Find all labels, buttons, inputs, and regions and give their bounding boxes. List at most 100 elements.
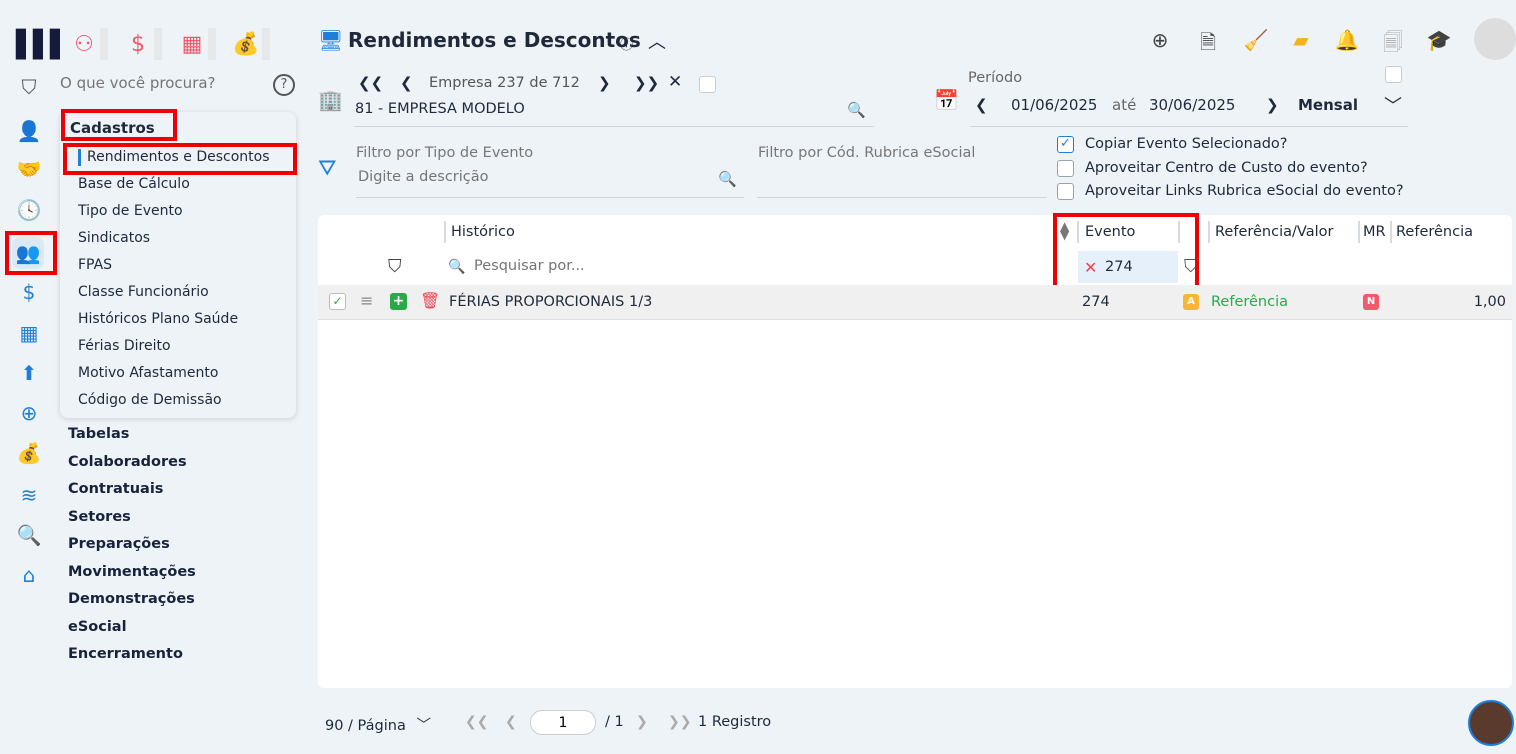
dollar-icon[interactable]: $ (14, 277, 44, 307)
chevron-down-icon[interactable]: ﹀ (1384, 92, 1402, 118)
period-checkbox[interactable] (1385, 66, 1402, 83)
menu-section[interactable]: Contratuais (68, 481, 163, 497)
calendar-icon: 📅 (934, 88, 959, 112)
table-search-icon: 🔍 (448, 259, 466, 275)
menu-section[interactable]: Demonstrações (68, 591, 195, 607)
table-search-input[interactable] (474, 258, 774, 274)
esocial-links-checkbox[interactable] (1057, 183, 1074, 200)
network-icon[interactable]: ⊕ (14, 398, 44, 428)
collapse-chevron-icon[interactable]: ︿ (648, 28, 666, 54)
row-checkbox[interactable]: ✓ (329, 293, 346, 310)
cell-historico: FÉRIAS PROPORCIONAIS 1/3 (449, 294, 653, 310)
menu-section[interactable]: Preparações (68, 536, 170, 552)
clock-icon[interactable]: 🕓 (14, 195, 44, 225)
next-company-button[interactable]: ❯ (598, 74, 611, 92)
page-size-select[interactable]: 90 / Página ﹀ (325, 714, 431, 735)
company-search-icon[interactable]: 🔍 (847, 101, 866, 119)
page-input[interactable] (530, 710, 596, 735)
highlight-cadastros (61, 109, 177, 141)
app-logo: ▌▌▌ (16, 30, 70, 60)
menu-section[interactable]: Movimentações (68, 564, 196, 580)
copy-event-checkbox[interactable]: ✓ (1057, 136, 1074, 153)
column-mr[interactable]: MR (1363, 224, 1386, 240)
add-row-icon[interactable]: + (390, 293, 407, 310)
user-settings-icon[interactable]: 👤 (14, 116, 44, 146)
table-row[interactable]: ✓ ≡ + 🗑 FÉRIAS PROPORCIONAIS 1/3 274 A R… (318, 285, 1512, 320)
menu-item[interactable]: Base de Cálculo (78, 176, 190, 192)
user-avatar[interactable] (1474, 18, 1516, 60)
search-icon[interactable]: 🔍 (14, 520, 44, 550)
filter-icon[interactable]: ⛉ (14, 72, 44, 102)
drag-handle-icon[interactable]: ≡ (360, 291, 373, 310)
chevron-down-icon[interactable]: ﹀ (416, 718, 431, 734)
menu-section[interactable]: Encerramento (68, 646, 183, 662)
prev-page-button[interactable]: ❮ (505, 714, 517, 730)
info-icon[interactable]: ⓘ (620, 34, 633, 53)
clear-company-button[interactable]: ✕ (668, 72, 682, 92)
money-bag-module-icon[interactable]: 💰 (230, 28, 270, 60)
copy-event-label: Copiar Evento Selecionado? (1085, 136, 1288, 152)
menu-section[interactable]: Setores (68, 509, 131, 525)
menu-item[interactable]: Tipo de Evento (78, 203, 183, 219)
assistant-avatar[interactable] (1468, 700, 1514, 746)
menu-item[interactable]: Sindicatos (78, 230, 150, 246)
dollar-module-icon[interactable]: $ (122, 28, 162, 60)
cost-center-checkbox[interactable] (1057, 160, 1074, 177)
column-historico[interactable]: Histórico (451, 224, 515, 240)
cell-ref-valor: Referência (1211, 294, 1289, 310)
menu-item[interactable]: Classe Funcionário (78, 284, 209, 300)
company-field[interactable]: 81 - EMPRESA MODELO (355, 101, 525, 117)
company-checkbox[interactable] (699, 76, 716, 93)
calculator-icon[interactable]: ▦ (14, 318, 44, 348)
highlight-rendimentos (63, 143, 297, 175)
event-type-filter-input[interactable] (358, 169, 708, 185)
prev-company-button[interactable]: ❮ (400, 74, 413, 92)
document-icon[interactable]: 🗎 (1195, 28, 1221, 62)
menu-section[interactable]: eSocial (68, 619, 127, 635)
period-end[interactable]: 30/06/2025 (1149, 96, 1235, 114)
menu-item[interactable]: FPAS (78, 257, 112, 273)
page-size-value[interactable]: 90 / Página (325, 718, 406, 734)
calculator-module-icon[interactable]: ▦ (176, 28, 216, 60)
menu-section[interactable]: Colaboradores (68, 454, 187, 470)
next-page-button[interactable]: ❯ (636, 714, 648, 730)
period-type-select[interactable]: Mensal (1298, 96, 1358, 114)
record-count: 1 Registro (698, 714, 772, 730)
menu-item[interactable]: Históricos Plano Saúde (78, 311, 238, 327)
last-company-button[interactable]: ❯❯ (634, 74, 659, 92)
rubrica-filter-label: Filtro por Cód. Rubrica eSocial (758, 145, 976, 161)
first-page-button[interactable]: ❮❮ (465, 714, 488, 730)
menu-item[interactable]: Motivo Afastamento (78, 365, 218, 381)
handshake-icon[interactable]: 🤝 (14, 154, 44, 184)
help-icon[interactable]: ? (273, 74, 295, 96)
menu-item[interactable]: Código de Demissão (78, 392, 222, 408)
prev-period-button[interactable]: ❮ (975, 96, 988, 114)
delete-icon[interactable]: 🗑 (420, 291, 440, 310)
menu-section[interactable]: Tabelas (68, 426, 129, 442)
last-page-button[interactable]: ❯❯ (668, 714, 691, 730)
graduation-cap-icon[interactable]: 🎓 (1426, 28, 1452, 52)
first-company-button[interactable]: ❮❮ (358, 74, 383, 92)
next-period-button[interactable]: ❯ (1266, 96, 1279, 114)
money-bag-icon[interactable]: 💰 (14, 438, 44, 468)
column-referencia[interactable]: Referência (1396, 224, 1473, 240)
cell-referencia: 1,00 (1473, 294, 1506, 310)
menu-search-input[interactable] (60, 74, 260, 92)
column-referencia-valor[interactable]: Referência/Valor (1215, 224, 1333, 240)
row-filter-icon[interactable]: ⛉ (388, 256, 402, 277)
people-module-icon[interactable]: ⚇ (68, 28, 108, 60)
layers-icon[interactable]: ≋ (14, 480, 44, 510)
event-type-search-icon[interactable]: 🔍 (718, 170, 737, 188)
esocial-links-label: Aproveitar Links Rubrica eSocial do even… (1085, 183, 1404, 199)
add-icon[interactable]: ⊕ (1147, 28, 1173, 52)
home-icon[interactable]: ⌂ (14, 560, 44, 590)
page-title: Rendimentos e Descontos (348, 28, 641, 52)
broom-icon[interactable]: 🧹 (1243, 28, 1269, 52)
period-start[interactable]: 01/06/2025 (1011, 96, 1097, 114)
menu-item[interactable]: Férias Direito (78, 338, 171, 354)
report-search-icon[interactable]: 🗐 (1380, 28, 1406, 62)
bell-icon[interactable]: 🔔 (1334, 28, 1360, 52)
highlight-users-icon (5, 231, 57, 275)
note-icon[interactable]: ▰ (1288, 28, 1314, 52)
chart-arrow-icon[interactable]: ⬆ (14, 358, 44, 388)
